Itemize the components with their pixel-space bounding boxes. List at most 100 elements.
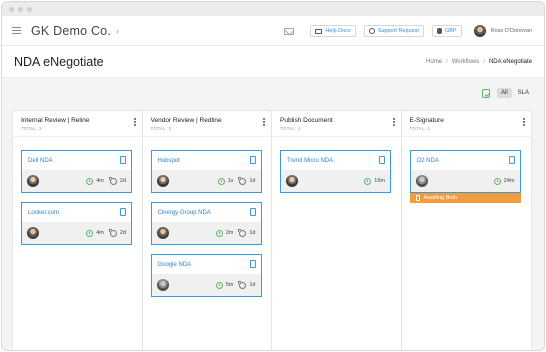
card-meta: 5m 1d xyxy=(215,280,256,289)
card-days: 2d xyxy=(119,178,126,184)
workflow-card[interactable]: O2 NDA 24m xyxy=(409,150,521,193)
card-header: Dell NDA xyxy=(22,151,131,170)
assignee-avatar xyxy=(415,175,428,187)
assignee-avatar xyxy=(27,227,39,239)
column-total: TOTAL: 1 xyxy=(409,126,431,131)
card-title[interactable]: O2 NDA xyxy=(417,158,439,164)
card-meta: 4m 2d xyxy=(86,228,126,237)
company-name[interactable]: GK Demo Co. xyxy=(31,24,111,38)
card-elapsed: 1s xyxy=(227,178,234,184)
column-title: Internal Review | Reline xyxy=(21,117,90,124)
checklist-filter-icon[interactable] xyxy=(481,88,490,98)
window-maximize-dot[interactable] xyxy=(27,6,32,12)
card-header: Google NDA xyxy=(152,255,261,274)
card-header: Cinergy Group NDA xyxy=(152,203,261,222)
card-title[interactable]: Dell NDA xyxy=(28,158,53,164)
filter-sla-toggle[interactable]: SLA xyxy=(514,88,533,98)
column-more-icon[interactable] xyxy=(263,118,265,126)
card-footer: 2m 1d xyxy=(151,222,261,244)
column-total: TOTAL: 1 xyxy=(280,126,301,131)
column-header: Vendor Review | Redline TOTAL: 3 xyxy=(142,111,271,137)
breadcrumb-separator: / xyxy=(483,58,485,65)
user-avatar xyxy=(473,25,486,37)
workflow-card[interactable]: Dell NDA 4m 2d xyxy=(21,150,132,193)
workflow-card[interactable]: Cinergy Group NDA 2m 1d xyxy=(150,202,262,245)
card-days: 1d xyxy=(249,282,256,288)
window-close-dot[interactable] xyxy=(9,6,14,12)
alarm-icon xyxy=(108,228,117,237)
card-footer: 24m xyxy=(410,170,520,192)
card-header: Trend Micro NDA xyxy=(281,151,390,170)
card-title[interactable]: Hubspot xyxy=(158,158,180,164)
support-request-button[interactable]: Support Request xyxy=(363,25,424,37)
document-icon[interactable] xyxy=(249,208,256,216)
column-more-icon[interactable] xyxy=(133,118,136,126)
document-icon[interactable] xyxy=(249,260,256,268)
elapsed-clock-icon xyxy=(364,177,372,185)
board-column-e-signature: E-Signature TOTAL: 1 O2 NDA 24m Awaiting… xyxy=(401,111,531,350)
card-elapsed: 2m xyxy=(225,230,234,236)
card-meta: 4m 2d xyxy=(86,176,126,185)
card-meta: 24m xyxy=(493,177,515,185)
window-titlebar xyxy=(2,2,544,16)
card-footer: 16m xyxy=(281,170,390,192)
assignee-avatar xyxy=(156,175,169,187)
card-days: 1d xyxy=(249,178,256,184)
column-more-icon[interactable] xyxy=(523,118,525,126)
workflow-card[interactable]: Trend Micro NDA 16m xyxy=(280,150,391,193)
card-header: Hubspot xyxy=(152,151,261,170)
assignee-avatar xyxy=(156,227,169,239)
elapsed-clock-icon xyxy=(215,281,223,289)
card-meta: 1s 1d xyxy=(217,176,256,185)
breadcrumb-home[interactable]: Home xyxy=(426,59,442,65)
column-total: TOTAL: 3 xyxy=(150,126,172,131)
elapsed-clock-icon xyxy=(86,229,94,237)
column-more-icon[interactable] xyxy=(392,118,395,126)
document-icon[interactable] xyxy=(249,156,256,164)
card-title[interactable]: Looker.com xyxy=(28,210,59,216)
breadcrumb-workflows[interactable]: Workflows xyxy=(452,59,480,65)
assignee-avatar xyxy=(286,175,298,187)
window-minimize-dot[interactable] xyxy=(18,6,23,12)
status-badge: Awaiting Both xyxy=(409,193,521,203)
document-icon[interactable] xyxy=(120,208,126,216)
document-icon[interactable] xyxy=(508,156,515,164)
card-title[interactable]: Trend Micro NDA xyxy=(287,158,333,164)
chat-bubble-icon xyxy=(368,28,375,34)
view-filter: All SLA xyxy=(481,88,533,98)
kanban-board: Internal Review | Reline TOTAL: 2 Dell N… xyxy=(12,110,532,350)
mail-icon[interactable] xyxy=(284,27,295,35)
filter-all-toggle[interactable]: All xyxy=(496,88,512,98)
breadcrumb: Home / Workflows / NDA eNegotiate xyxy=(426,59,532,65)
board-column-publish-document: Publish Document TOTAL: 1 Trend Micro ND… xyxy=(272,111,402,350)
card-elapsed: 4m xyxy=(96,230,104,236)
user-menu[interactable]: Ross O'Donovan xyxy=(473,25,532,37)
workflow-card[interactable]: Google NDA 5m 1d xyxy=(150,254,262,297)
menu-icon[interactable] xyxy=(12,27,21,34)
card-header: Looker.com xyxy=(22,203,131,222)
card-footer: 4m 2d xyxy=(22,170,131,192)
help-docs-button[interactable]: Help Docs xyxy=(310,25,356,37)
company-chevron-icon[interactable]: › xyxy=(116,26,119,36)
help-docs-label: Help Docs xyxy=(325,28,351,34)
column-total: TOTAL: 2 xyxy=(21,126,42,131)
workflow-card[interactable]: Hubspot 1s 1d xyxy=(150,150,262,193)
card-days: 1d xyxy=(249,230,256,236)
monitor-icon xyxy=(315,28,323,34)
support-request-label: Support Request xyxy=(377,28,419,34)
alarm-icon xyxy=(238,176,247,185)
document-icon[interactable] xyxy=(120,156,126,164)
breadcrumb-current: NDA eNegotiate xyxy=(488,58,532,65)
elapsed-clock-icon xyxy=(86,177,94,185)
elapsed-clock-icon xyxy=(217,177,225,185)
page-title: NDA eNegotiate xyxy=(14,54,104,69)
workflow-card[interactable]: Looker.com 4m 2d xyxy=(21,202,132,245)
card-title[interactable]: Cinergy Group NDA xyxy=(158,210,211,216)
currency-label: GBP xyxy=(444,28,457,34)
currency-button[interactable]: GBP xyxy=(431,25,462,37)
card-title[interactable]: Google NDA xyxy=(158,262,192,268)
board-column-vendor-review: Vendor Review | Redline TOTAL: 3 Hubspot… xyxy=(142,111,272,350)
database-icon xyxy=(436,28,442,34)
document-icon[interactable] xyxy=(379,156,385,164)
card-days: 2d xyxy=(119,230,126,236)
